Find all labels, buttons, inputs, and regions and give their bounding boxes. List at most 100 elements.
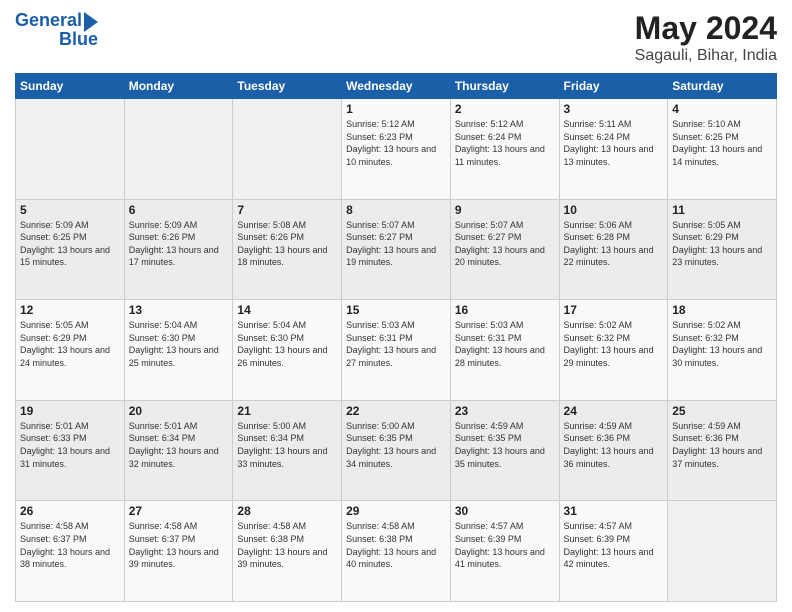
day-info: Sunrise: 5:00 AMSunset: 6:35 PMDaylight:…	[346, 420, 446, 470]
calendar-cell: 30Sunrise: 4:57 AMSunset: 6:39 PMDayligh…	[450, 501, 559, 602]
day-number: 27	[129, 504, 229, 518]
day-number: 24	[564, 404, 664, 418]
day-info: Sunrise: 5:11 AMSunset: 6:24 PMDaylight:…	[564, 118, 664, 168]
day-number: 18	[672, 303, 772, 317]
calendar-cell: 5 Sunrise: 5:09 AMSunset: 6:25 PMDaylight…	[16, 199, 125, 300]
day-info: Sunrise: 5:02 AMSunset: 6:32 PMDaylight:…	[564, 319, 664, 369]
calendar-cell: 3 Sunrise: 5:11 AMSunset: 6:24 PMDaylight…	[559, 99, 668, 200]
calendar-cell: 10 Sunrise: 5:06 AMSunset: 6:28 PMDayligh…	[559, 199, 668, 300]
calendar-cell: 7Sunrise: 5:08 AMSunset: 6:26 PMDaylight…	[233, 199, 342, 300]
day-info: Sunrise: 4:59 AMSunset: 6:36 PMDaylight:…	[672, 420, 772, 470]
calendar-cell: 12 Sunrise: 5:05 AMSunset: 6:29 PMDayligh…	[16, 300, 125, 401]
day-number: 16	[455, 303, 555, 317]
day-number: 8	[346, 203, 446, 217]
day-info: Sunrise: 5:05 AMSunset: 6:29 PMDaylight:…	[672, 219, 772, 269]
weekday-header-saturday: Saturday	[668, 74, 777, 99]
calendar-cell: 22 Sunrise: 5:00 AMSunset: 6:35 PMDayligh…	[342, 400, 451, 501]
day-info: Sunrise: 4:59 AMSunset: 6:35 PMDaylight:…	[455, 420, 555, 470]
calendar-cell: 18 Sunrise: 5:02 AMSunset: 6:32 PMDayligh…	[668, 300, 777, 401]
day-number: 19	[20, 404, 120, 418]
day-number: 21	[237, 404, 337, 418]
calendar-cell: 1Sunrise: 5:12 AMSunset: 6:23 PMDaylight…	[342, 99, 451, 200]
day-info: Sunrise: 4:58 AMSunset: 6:37 PMDaylight:…	[129, 520, 229, 570]
calendar-cell: 20 Sunrise: 5:01 AMSunset: 6:34 PMDayligh…	[124, 400, 233, 501]
logo-text-blue: Blue	[59, 30, 98, 50]
calendar-cell: 8 Sunrise: 5:07 AMSunset: 6:27 PMDaylight…	[342, 199, 451, 300]
calendar-cell	[233, 99, 342, 200]
calendar-cell: 29 Sunrise: 4:58 AMSunset: 6:38 PMDayligh…	[342, 501, 451, 602]
calendar-cell: 2 Sunrise: 5:12 AMSunset: 6:24 PMDaylight…	[450, 99, 559, 200]
day-info: Sunrise: 5:04 AMSunset: 6:30 PMDaylight:…	[237, 319, 337, 369]
title-block: May 2024 Sagauli, Bihar, India	[635, 10, 777, 65]
calendar-week-5: 26 Sunrise: 4:58 AMSunset: 6:37 PMDayligh…	[16, 501, 777, 602]
day-info: Sunrise: 4:57 AMSunset: 6:39 PMDaylight:…	[564, 520, 664, 570]
day-info: Sunrise: 5:02 AMSunset: 6:32 PMDaylight:…	[672, 319, 772, 369]
day-info: Sunrise: 5:12 AMSunset: 6:24 PMDaylight:…	[455, 118, 555, 168]
day-info: Sunrise: 4:58 AMSunset: 6:38 PMDaylight:…	[346, 520, 446, 570]
day-number: 26	[20, 504, 120, 518]
day-number: 3	[564, 102, 664, 116]
day-number: 31	[564, 504, 664, 518]
calendar-table: SundayMondayTuesdayWednesdayThursdayFrid…	[15, 73, 777, 602]
calendar-cell: 16 Sunrise: 5:03 AMSunset: 6:31 PMDayligh…	[450, 300, 559, 401]
day-number: 6	[129, 203, 229, 217]
calendar-cell: 17 Sunrise: 5:02 AMSunset: 6:32 PMDayligh…	[559, 300, 668, 401]
day-info: Sunrise: 5:01 AMSunset: 6:33 PMDaylight:…	[20, 420, 120, 470]
day-number: 11	[672, 203, 772, 217]
day-number: 5	[20, 203, 120, 217]
day-info: Sunrise: 5:04 AMSunset: 6:30 PMDaylight:…	[129, 319, 229, 369]
calendar-cell: 21 Sunrise: 5:00 AMSunset: 6:34 PMDayligh…	[233, 400, 342, 501]
calendar-week-2: 5 Sunrise: 5:09 AMSunset: 6:25 PMDaylight…	[16, 199, 777, 300]
calendar-cell: 28Sunrise: 4:58 AMSunset: 6:38 PMDayligh…	[233, 501, 342, 602]
weekday-header-tuesday: Tuesday	[233, 74, 342, 99]
day-number: 25	[672, 404, 772, 418]
day-info: Sunrise: 5:05 AMSunset: 6:29 PMDaylight:…	[20, 319, 120, 369]
calendar-cell: 4 Sunrise: 5:10 AMSunset: 6:25 PMDaylight…	[668, 99, 777, 200]
weekday-header-wednesday: Wednesday	[342, 74, 451, 99]
calendar-cell: 19 Sunrise: 5:01 AMSunset: 6:33 PMDayligh…	[16, 400, 125, 501]
day-info: Sunrise: 5:00 AMSunset: 6:34 PMDaylight:…	[237, 420, 337, 470]
weekday-header-monday: Monday	[124, 74, 233, 99]
calendar-cell: 9Sunrise: 5:07 AMSunset: 6:27 PMDaylight…	[450, 199, 559, 300]
calendar-cell: 25 Sunrise: 4:59 AMSunset: 6:36 PMDayligh…	[668, 400, 777, 501]
calendar-cell: 14 Sunrise: 5:04 AMSunset: 6:30 PMDayligh…	[233, 300, 342, 401]
calendar-cell: 27 Sunrise: 4:58 AMSunset: 6:37 PMDayligh…	[124, 501, 233, 602]
weekday-header-sunday: Sunday	[16, 74, 125, 99]
main-title: May 2024	[635, 10, 777, 47]
calendar-cell: 13Sunrise: 5:04 AMSunset: 6:30 PMDayligh…	[124, 300, 233, 401]
header: General Blue May 2024 Sagauli, Bihar, In…	[15, 10, 777, 65]
day-number: 2	[455, 102, 555, 116]
calendar-week-3: 12 Sunrise: 5:05 AMSunset: 6:29 PMDayligh…	[16, 300, 777, 401]
day-number: 7	[237, 203, 337, 217]
day-number: 15	[346, 303, 446, 317]
page: General Blue May 2024 Sagauli, Bihar, In…	[0, 0, 792, 612]
calendar-cell: 31 Sunrise: 4:57 AMSunset: 6:39 PMDayligh…	[559, 501, 668, 602]
day-info: Sunrise: 5:09 AMSunset: 6:26 PMDaylight:…	[129, 219, 229, 269]
day-number: 20	[129, 404, 229, 418]
calendar-cell: 24 Sunrise: 4:59 AMSunset: 6:36 PMDayligh…	[559, 400, 668, 501]
day-info: Sunrise: 5:01 AMSunset: 6:34 PMDaylight:…	[129, 420, 229, 470]
day-number: 29	[346, 504, 446, 518]
weekday-header-row: SundayMondayTuesdayWednesdayThursdayFrid…	[16, 74, 777, 99]
day-number: 10	[564, 203, 664, 217]
day-number: 9	[455, 203, 555, 217]
day-number: 4	[672, 102, 772, 116]
day-number: 17	[564, 303, 664, 317]
day-info: Sunrise: 5:03 AMSunset: 6:31 PMDaylight:…	[346, 319, 446, 369]
calendar-cell: 6 Sunrise: 5:09 AMSunset: 6:26 PMDaylight…	[124, 199, 233, 300]
day-number: 23	[455, 404, 555, 418]
day-number: 22	[346, 404, 446, 418]
day-info: Sunrise: 5:07 AMSunset: 6:27 PMDaylight:…	[346, 219, 446, 269]
day-number: 12	[20, 303, 120, 317]
weekday-header-thursday: Thursday	[450, 74, 559, 99]
day-info: Sunrise: 5:03 AMSunset: 6:31 PMDaylight:…	[455, 319, 555, 369]
day-info: Sunrise: 5:10 AMSunset: 6:25 PMDaylight:…	[672, 118, 772, 168]
day-number: 14	[237, 303, 337, 317]
logo-text: General	[15, 11, 82, 31]
day-info: Sunrise: 4:59 AMSunset: 6:36 PMDaylight:…	[564, 420, 664, 470]
day-info: Sunrise: 5:06 AMSunset: 6:28 PMDaylight:…	[564, 219, 664, 269]
weekday-header-friday: Friday	[559, 74, 668, 99]
day-number: 30	[455, 504, 555, 518]
logo: General Blue	[15, 10, 98, 50]
day-info: Sunrise: 5:09 AMSunset: 6:25 PMDaylight:…	[20, 219, 120, 269]
